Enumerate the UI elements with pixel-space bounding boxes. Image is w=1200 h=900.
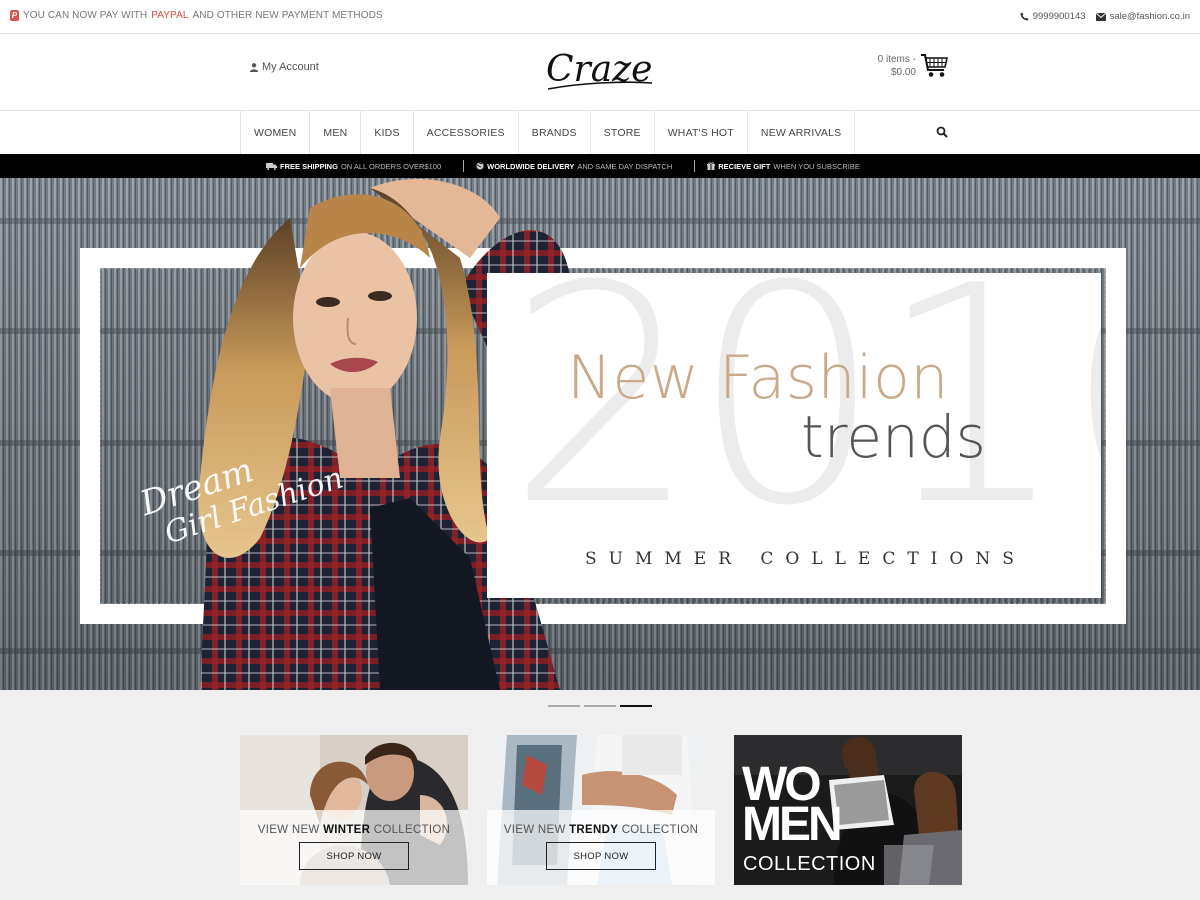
card-title-prefix: VIEW NEW [503, 824, 566, 836]
payment-promo: P YOU CAN NOW PAY WITH PAYPAL AND OTHER … [10, 10, 383, 21]
slider-dot-1[interactable] [548, 705, 580, 707]
cart-items-count: 0 items - [877, 54, 916, 65]
cart-summary: 0 items - $0.00 [878, 53, 916, 79]
receive-gift-bold: RECIEVE GIFT [718, 161, 771, 171]
site-header: My Account Craze 0 items - $0.00 [0, 35, 1200, 111]
women-wordmark: WO MEN [742, 761, 843, 851]
my-account-link[interactable]: My Account [250, 61, 319, 73]
shop-now-trendy-button[interactable]: SHOP NOW [546, 842, 656, 870]
worldwide-delivery-info: WORLDWIDE DELIVERY AND SAME DAY DISPATCH [476, 162, 672, 171]
worldwide-delivery-bold: WORLDWIDE DELIVERY [487, 161, 575, 171]
hero-subtitle: SUMMER COLLECTIONS [585, 549, 1026, 569]
email-contact[interactable]: sale@fashion.co.in [1095, 11, 1190, 22]
wordmark-line-2: MEN [742, 798, 843, 851]
trendy-collection-card[interactable]: VIEW NEW TRENDY COLLECTION SHOP NOW [487, 735, 715, 885]
phone-number: 9999900143 [1032, 11, 1086, 22]
nav-item-kids[interactable]: KIDS [361, 111, 414, 154]
phone-icon [1020, 12, 1029, 21]
user-icon [250, 62, 258, 72]
nav-item-whats-hot[interactable]: WHAT'S HOT [655, 111, 748, 154]
card-title-bold: TRENDY [569, 824, 619, 836]
card-title-bold: WINTER [323, 824, 371, 836]
nav-item-women[interactable]: WOMEN [241, 111, 311, 154]
free-shipping-rest: ON ALL ORDERS OVER$100 [340, 161, 442, 171]
receive-gift-info: RECIEVE GIFT WHEN YOU SUBSCRIBE [707, 162, 860, 171]
worldwide-delivery-rest: AND SAME DAY DISPATCH [577, 161, 673, 171]
my-account-label: My Account [262, 61, 319, 73]
nav-item-new-arrivals[interactable]: NEW ARRIVALS [748, 111, 856, 154]
top-bar: P YOU CAN NOW PAY WITH PAYPAL AND OTHER … [0, 0, 1200, 34]
winter-collection-card[interactable]: VIEW NEW WINTER COLLECTION SHOP NOW [240, 735, 468, 885]
info-strip: FREE SHIPPING ON ALL ORDERS OVER$100 WOR… [0, 154, 1200, 178]
winter-collection-title: VIEW NEW WINTER COLLECTION [240, 824, 468, 836]
hero-text-panel: 2016 New Fashion trends SUMMER COLLECTIO… [487, 273, 1101, 598]
main-navigation: WOMEN MEN KIDS ACCESSORIES BRANDS STORE … [0, 111, 1200, 154]
receive-gift-rest: WHEN YOU SUBSCRIBE [773, 161, 860, 171]
shopping-cart-icon [921, 54, 948, 77]
card-title-suffix: COLLECTION [373, 824, 451, 836]
free-shipping-info: FREE SHIPPING ON ALL ORDERS OVER$100 [266, 162, 441, 171]
nav-item-accessories[interactable]: ACCESSORIES [414, 111, 519, 154]
mini-cart[interactable]: 0 items - $0.00 [860, 51, 950, 85]
slider-dot-2[interactable] [584, 705, 616, 707]
truck-icon [266, 162, 277, 170]
globe-icon [476, 162, 484, 170]
free-shipping-bold: FREE SHIPPING [280, 161, 338, 171]
nav-item-brands[interactable]: BRANDS [519, 111, 591, 154]
phone-contact[interactable]: 9999900143 [1020, 11, 1086, 22]
paypal-icon: P [10, 10, 19, 21]
email-address: sale@fashion.co.in [1109, 11, 1190, 22]
shop-now-winter-button[interactable]: SHOP NOW [299, 842, 409, 870]
contact-info: 9999900143 sale@fashion.co.in [1020, 11, 1190, 22]
envelope-icon [1095, 12, 1106, 21]
card-title-prefix: VIEW NEW [257, 824, 320, 836]
hero-slider[interactable]: Dream Girl Fashion 2016 New Fashion tren… [0, 178, 1200, 690]
nav-menu: WOMEN MEN KIDS ACCESSORIES BRANDS STORE … [240, 111, 856, 154]
strip-divider [463, 160, 465, 172]
nav-item-store[interactable]: STORE [591, 111, 655, 154]
promo-text-after: AND OTHER NEW PAYMENT METHODS [192, 10, 383, 21]
trendy-collection-title: VIEW NEW TRENDY COLLECTION [487, 824, 715, 836]
hero-headline-line2: trends [801, 403, 986, 471]
promo-text-before: YOU CAN NOW PAY WITH [23, 10, 148, 21]
women-collection-label: COLLECTION [743, 853, 876, 875]
nav-item-men[interactable]: MEN [310, 111, 362, 154]
card-title-suffix: COLLECTION [621, 824, 699, 836]
slider-pagination [548, 705, 652, 707]
slider-dot-3[interactable] [620, 705, 652, 707]
promo-paypal-highlight[interactable]: PAYPAL [151, 10, 188, 21]
women-collection-card[interactable]: WO MEN COLLECTION [734, 735, 962, 885]
logo-mark: Craze [546, 49, 653, 90]
logo-wordmark: Craze [546, 49, 653, 90]
craze-logo[interactable]: Craze [540, 43, 660, 103]
info-strip-items: FREE SHIPPING ON ALL ORDERS OVER$100 WOR… [266, 154, 860, 178]
gift-icon [707, 162, 716, 170]
search-icon[interactable] [936, 126, 948, 138]
collection-cards: VIEW NEW WINTER COLLECTION SHOP NOW VIEW… [240, 735, 962, 885]
cart-total: $0.00 [890, 67, 916, 78]
strip-divider [694, 160, 696, 172]
